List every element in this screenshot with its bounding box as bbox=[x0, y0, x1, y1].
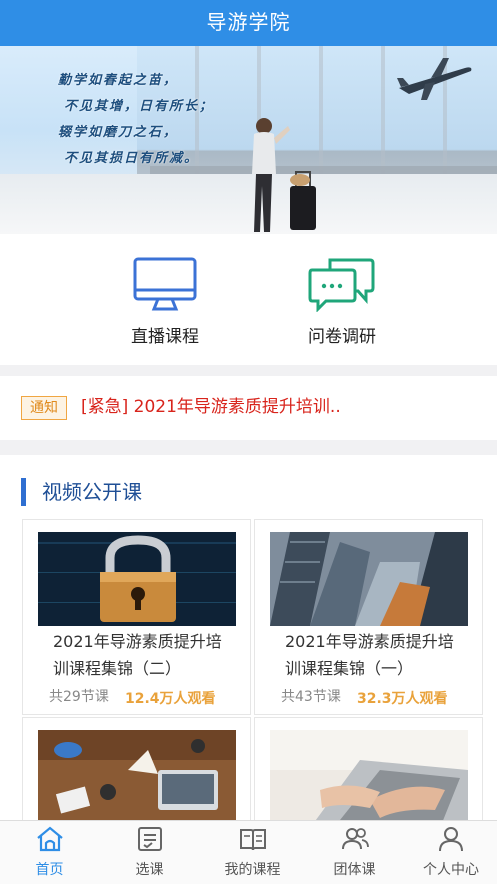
home-icon bbox=[36, 826, 63, 852]
user-icon bbox=[439, 827, 463, 852]
tab-group-courses[interactable]: 团体课 bbox=[305, 825, 404, 879]
banner-poem: 勤学如春起之苗， 不见其增，日有所长； 辍学如磨刀之石， 不见其损日有所减。 bbox=[58, 68, 214, 172]
course-title: 2021年导游素质提升培训课程集锦（二） bbox=[53, 632, 222, 678]
course-list-icon bbox=[137, 827, 162, 851]
course-card[interactable] bbox=[254, 717, 483, 828]
tab-label: 我的课程 bbox=[224, 862, 281, 878]
tab-home[interactable]: 首页 bbox=[0, 825, 99, 879]
app-title-bar: 导游学院 bbox=[0, 0, 497, 46]
section-title: 视频公开课 bbox=[42, 480, 142, 504]
tab-label: 首页 bbox=[35, 862, 64, 878]
view-count: 12.4万人观看 bbox=[125, 691, 216, 707]
hero-banner[interactable]: 勤学如春起之苗， 不见其增，日有所长； 辍学如磨刀之石， 不见其损日有所减。 bbox=[0, 46, 497, 234]
notice-text[interactable]: [紧急] 2021年导游素质提升培训.. bbox=[81, 394, 341, 420]
bottom-tab-bar: 首页 选课 我的课程 团体课 个人中心 bbox=[0, 820, 497, 884]
tab-personal-center[interactable]: 个人中心 bbox=[405, 825, 497, 879]
live-course-button[interactable]: 直播课程 bbox=[105, 256, 225, 347]
quick-link-label: 问卷调研 bbox=[308, 327, 376, 347]
tab-label: 个人中心 bbox=[423, 862, 479, 878]
poem-line: 不见其增，日有所长； bbox=[64, 99, 215, 114]
lesson-count: 共29节课 bbox=[49, 689, 109, 705]
padlock-image bbox=[38, 532, 236, 626]
notice-tag: 通知 bbox=[21, 396, 67, 420]
poem-line: 勤学如春起之苗， bbox=[58, 73, 179, 88]
traveler-figure bbox=[252, 118, 316, 232]
course-card[interactable]: 2021年导游素质提升培训课程集锦（二） 共29节课 12.4万人观看 bbox=[22, 519, 251, 715]
airplane-icon bbox=[397, 58, 472, 100]
skyscrapers-image bbox=[270, 532, 468, 626]
lesson-count: 共43节课 bbox=[281, 689, 341, 705]
quick-link-label: 直播课程 bbox=[131, 327, 199, 347]
course-title: 2021年导游素质提升培训课程集锦（一） bbox=[285, 632, 454, 678]
monitor-icon bbox=[133, 257, 197, 311]
poem-line: 不见其损日有所减。 bbox=[64, 151, 200, 166]
group-icon bbox=[341, 828, 369, 850]
survey-button[interactable]: 问卷调研 bbox=[282, 256, 402, 347]
laptop-typing-image bbox=[270, 730, 468, 828]
notice-bar[interactable]: 通知 [紧急] 2021年导游素质提升培训.. bbox=[0, 376, 497, 440]
page-title: 导游学院 bbox=[206, 10, 291, 34]
chat-bubbles-icon bbox=[308, 258, 375, 313]
course-card[interactable]: 2021年导游素质提升培训课程集锦（一） 共43节课 32.3万人观看 bbox=[254, 519, 483, 715]
book-icon bbox=[239, 829, 266, 851]
tab-label: 团体课 bbox=[333, 862, 376, 878]
course-card[interactable] bbox=[22, 717, 251, 828]
meeting-table-image bbox=[38, 730, 236, 828]
tab-label: 选课 bbox=[135, 862, 164, 878]
tab-course-select[interactable]: 选课 bbox=[100, 825, 199, 879]
quick-links: 直播课程 问卷调研 bbox=[0, 234, 497, 365]
view-count: 32.3万人观看 bbox=[357, 691, 448, 707]
poem-line: 辍学如磨刀之石， bbox=[58, 125, 179, 140]
video-courses-section: 视频公开课 2021年导游素质提升培训课程集锦（二） 共29节课 12.4万人观… bbox=[0, 455, 497, 828]
section-accent-bar bbox=[21, 478, 26, 506]
tab-my-courses[interactable]: 我的课程 bbox=[200, 825, 305, 879]
